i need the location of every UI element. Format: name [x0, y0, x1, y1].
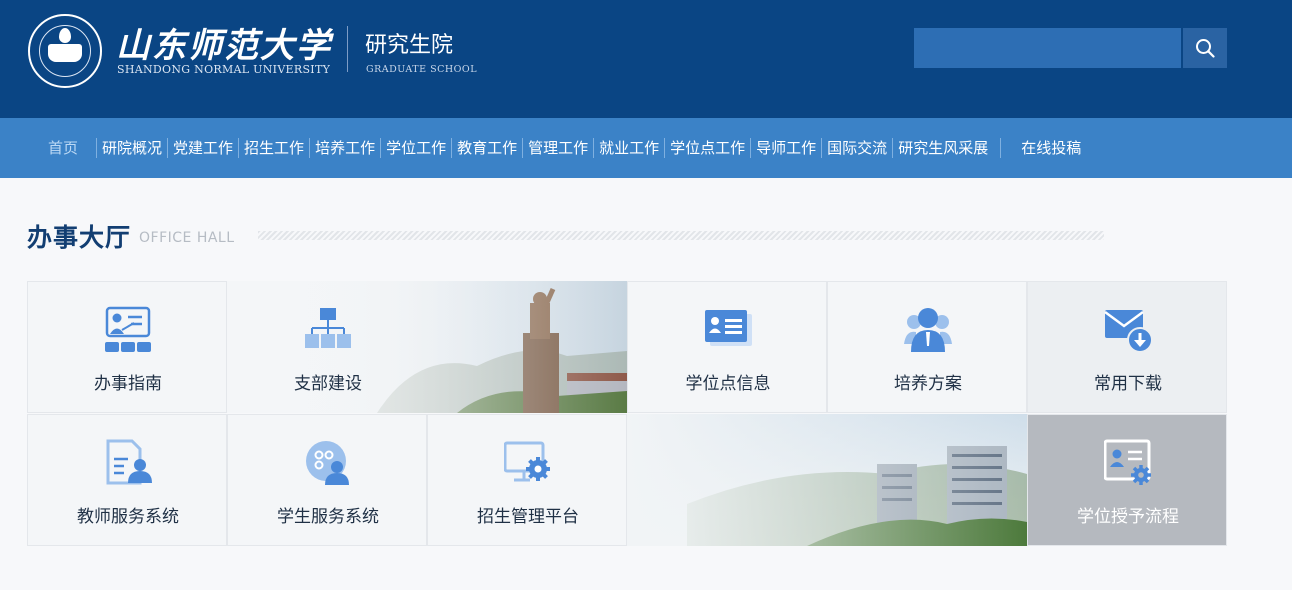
nav-item-party[interactable]: 党建工作: [167, 138, 238, 158]
nav-item-training[interactable]: 培养工作: [309, 138, 380, 158]
university-name-en: SHANDONG NORMAL UNIVERSITY: [117, 63, 331, 76]
tile-label: 支部建设: [294, 374, 362, 394]
nav-item-degree-program[interactable]: 学位点工作: [664, 138, 750, 158]
search-icon: [1196, 39, 1215, 58]
teacher-document-icon: [106, 439, 152, 485]
tile-label: 办事指南: [94, 374, 162, 394]
title-decoration: [258, 231, 1104, 240]
certificate-gear-icon: [1104, 439, 1151, 485]
tile-admission-platform[interactable]: 招生管理平台: [427, 414, 627, 546]
nav-item-submit[interactable]: 在线投稿: [1000, 138, 1086, 158]
tile-student-service[interactable]: 学生服务系统: [227, 414, 427, 546]
tile-label: 培养方案: [894, 374, 962, 394]
tile-label: 学位点信息: [685, 374, 771, 394]
nav-item-employment[interactable]: 就业工作: [593, 138, 664, 158]
nav-item-education[interactable]: 教育工作: [451, 138, 522, 158]
search-input[interactable]: [914, 28, 1181, 68]
teacher-presentation-icon: [105, 306, 151, 352]
section-title: 办事大厅: [27, 223, 132, 252]
section-title-en: OFFICE HALL: [139, 230, 235, 246]
logo-divider: [347, 26, 348, 72]
nav-item-overview[interactable]: 研院概况: [96, 138, 167, 158]
nav-item-international[interactable]: 国际交流: [821, 138, 892, 158]
tile-teacher-service[interactable]: 教师服务系统: [27, 414, 227, 546]
university-name-cn[interactable]: 山东师范大学: [116, 18, 332, 67]
main-nav: 首页 研院概况 党建工作 招生工作 培养工作 学位工作 教育工作 管理工作 就业…: [0, 118, 1292, 178]
site-header: 山东师范大学 SHANDONG NORMAL UNIVERSITY 研究生院 G…: [0, 0, 1292, 118]
users-icon: [904, 308, 952, 352]
department-name-en: GRADUATE SCHOOL: [366, 64, 478, 75]
nav-item-home[interactable]: 首页: [35, 138, 96, 158]
tile-branch-building[interactable]: 支部建设: [227, 281, 427, 413]
student-icon: [306, 441, 349, 485]
tile-label: 学生服务系统: [277, 507, 379, 527]
tile-degree-award-process[interactable]: 学位授予流程: [1027, 414, 1227, 546]
id-card-icon: [705, 310, 752, 346]
tile-training-plan[interactable]: 培养方案: [827, 281, 1027, 413]
nav-item-degree[interactable]: 学位工作: [380, 138, 451, 158]
tile-degree-program-info[interactable]: 学位点信息: [627, 281, 827, 413]
org-chart-icon: [305, 308, 351, 348]
mail-download-icon: [1104, 310, 1152, 353]
nav-item-management[interactable]: 管理工作: [522, 138, 593, 158]
tile-office-guide[interactable]: 办事指南: [27, 281, 227, 413]
search-button[interactable]: [1183, 28, 1227, 68]
tile-label: 常用下载: [1094, 374, 1162, 394]
tile-label: 招生管理平台: [477, 507, 579, 527]
department-name-cn: 研究生院: [365, 33, 454, 58]
tile-downloads[interactable]: 常用下载: [1027, 281, 1227, 413]
tile-label: 教师服务系统: [77, 507, 179, 527]
tile-label: 学位授予流程: [1077, 507, 1179, 527]
nav-item-admission[interactable]: 招生工作: [238, 138, 309, 158]
campus-building-photo: [627, 414, 1027, 546]
monitor-gear-icon: [504, 441, 550, 482]
nav-item-showcase[interactable]: 研究生风采展: [892, 138, 993, 158]
nav-item-supervisor[interactable]: 导师工作: [750, 138, 821, 158]
university-seal-logo[interactable]: [28, 14, 102, 88]
